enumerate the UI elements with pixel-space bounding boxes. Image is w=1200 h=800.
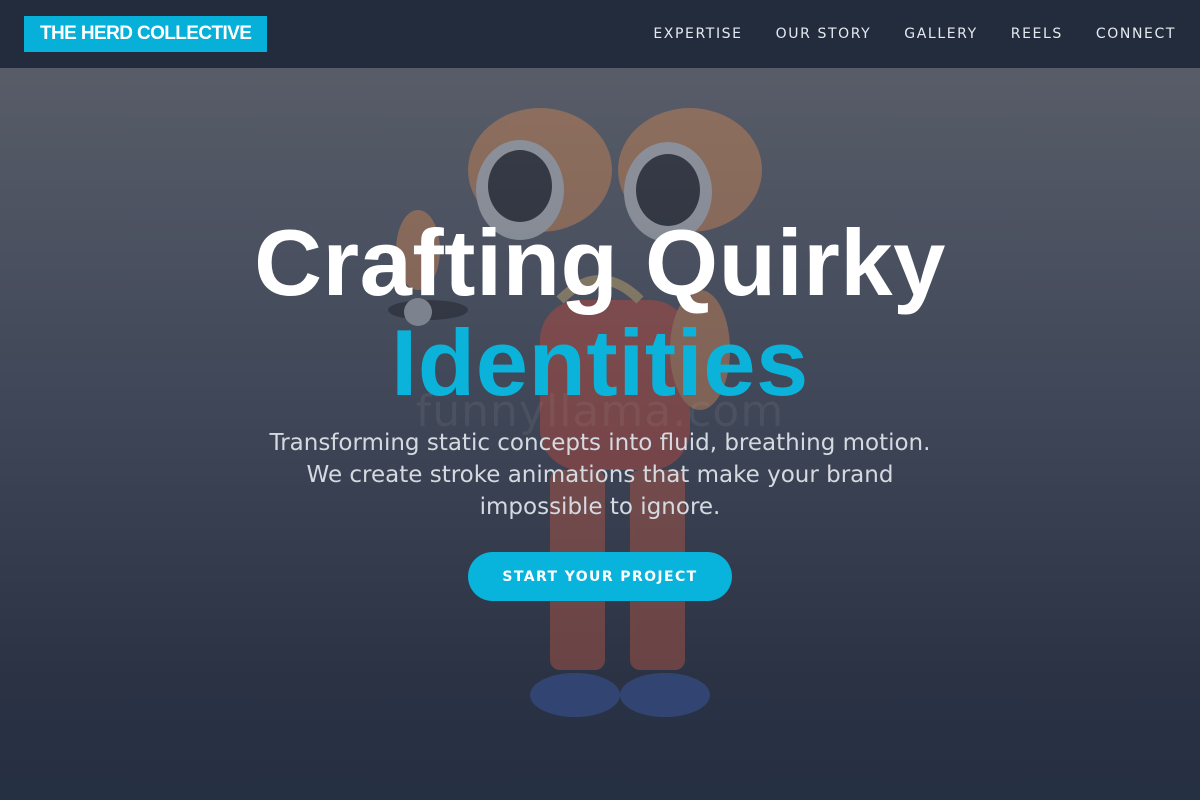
hero-title-line2: Identities bbox=[391, 310, 809, 415]
start-project-button[interactable]: START YOUR PROJECT bbox=[468, 552, 732, 601]
hero-subtitle: Transforming static concepts into fluid,… bbox=[269, 430, 931, 520]
hero-title-line1: Crafting Quirky bbox=[254, 210, 946, 315]
hero-section: Crafting Quirky Identities Transforming … bbox=[0, 0, 1200, 800]
